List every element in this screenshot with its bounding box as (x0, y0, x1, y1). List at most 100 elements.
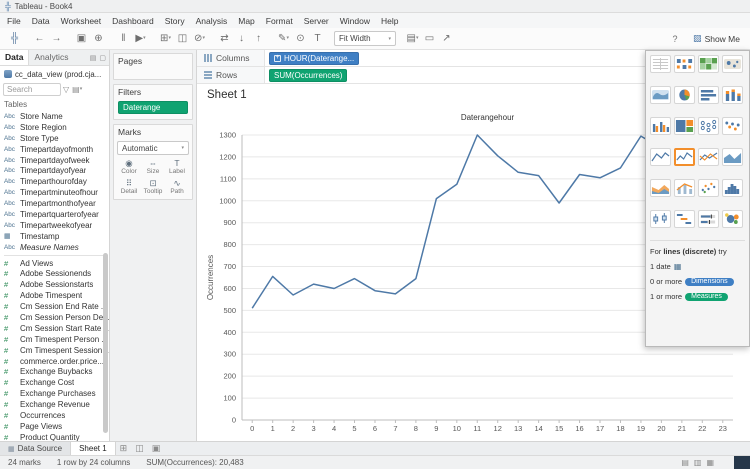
marks-detail-button[interactable]: ⠿ Detail (117, 178, 141, 195)
field-cm-timespent-person[interactable]: # Cm Timespent Person ... (0, 334, 109, 345)
field-occurrences[interactable]: # Occurrences (0, 410, 109, 421)
menu-data[interactable]: Data (32, 16, 50, 26)
new-worksheet-button[interactable]: ⊞ (116, 442, 132, 455)
field-cm-session-start-rate[interactable]: # Cm Session Start Rate ... (0, 323, 109, 334)
fields-scrollbar[interactable] (103, 253, 108, 433)
pill-hour-daterange[interactable]: + HOUR(Daterange... (269, 51, 360, 65)
showme-box-and-whisker[interactable] (650, 210, 671, 228)
showme-highlight-table[interactable] (698, 55, 719, 73)
field-measure-names[interactable]: Abc Measure Names (0, 242, 109, 253)
showme-pie-chart[interactable] (674, 86, 695, 104)
pause-updates-icon[interactable]: ‖ (116, 33, 131, 44)
field-commerce-order-price[interactable]: # commerce.order.price... (0, 356, 109, 367)
menu-format[interactable]: Format (266, 16, 293, 26)
showme-scatter-plots[interactable] (698, 179, 719, 197)
help-icon[interactable]: ? (669, 34, 681, 44)
showme-side-by-side-bars[interactable] (650, 117, 671, 135)
field-exchange-cost[interactable]: # Exchange Cost (0, 377, 109, 388)
menu-server[interactable]: Server (304, 16, 329, 26)
field-timepartdayofyear[interactable]: Abc Timepartdayofyear (0, 165, 109, 176)
group-members-icon[interactable]: ⊙ (293, 33, 308, 44)
menu-help[interactable]: Help (381, 16, 398, 26)
field-timepartquarterofyear[interactable]: Abc Timepartquarterofyear (0, 209, 109, 220)
field-store-region[interactable]: Abc Store Region (0, 122, 109, 133)
field-exchange-purchases[interactable]: # Exchange Purchases (0, 388, 109, 399)
field-timeparthourofday[interactable]: Abc Timeparthourofday (0, 176, 109, 187)
menu-analysis[interactable]: Analysis (196, 16, 228, 26)
show-me-button[interactable]: ▧ Show Me (689, 31, 744, 46)
field-timepartdayofmonth[interactable]: Abc Timepartdayofmonth (0, 144, 109, 155)
save-icon[interactable]: ▣ (74, 33, 89, 44)
menu-file[interactable]: File (7, 16, 21, 26)
field-cm-session-person-de[interactable]: # Cm Session Person De... (0, 312, 109, 323)
highlight-icon[interactable]: ✎▾ (276, 33, 291, 44)
showme-filled-maps[interactable] (650, 86, 671, 104)
field-adobe-timespent[interactable]: # Adobe Timespent (0, 290, 109, 301)
menu-window[interactable]: Window (340, 16, 370, 26)
showme-stacked-bars[interactable] (722, 86, 743, 104)
showme-side-by-side-circles[interactable] (722, 117, 743, 135)
field-adobe-sessionstarts[interactable]: # Adobe Sessionstarts (0, 279, 109, 290)
showme-histogram[interactable] (722, 179, 743, 197)
field-adobe-sessionends[interactable]: # Adobe Sessionends (0, 268, 109, 279)
field-cm-timespent-session[interactable]: # Cm Timespent Session... (0, 345, 109, 356)
showme-circle-views[interactable] (698, 117, 719, 135)
tab-sheet-1[interactable]: Sheet 1 (71, 442, 116, 455)
menu-dashboard[interactable]: Dashboard (112, 16, 154, 26)
sort-ascending-icon[interactable]: ↓ (234, 33, 249, 44)
showme-bullet-graphs[interactable] (698, 210, 719, 228)
marks-color-button[interactable]: ◉ Color (117, 158, 141, 175)
new-story-button[interactable]: ▣ (148, 442, 165, 455)
menu-worksheet[interactable]: Worksheet (61, 16, 101, 26)
search-input[interactable] (3, 83, 61, 96)
field-cm-session-end-rate[interactable]: # Cm Session End Rate ... (0, 301, 109, 312)
redo-icon[interactable]: → (49, 33, 64, 44)
field-exchange-revenue[interactable]: # Exchange Revenue (0, 399, 109, 410)
share-workbook-icon[interactable]: ↗ (439, 33, 454, 44)
showme-text-tables[interactable] (650, 55, 671, 73)
filters-shelf[interactable]: Daterange (114, 99, 192, 119)
field-exchange-buybacks[interactable]: # Exchange Buybacks (0, 366, 109, 377)
showme-continuous-lines[interactable] (650, 148, 671, 166)
show-mark-labels-icon[interactable]: T (310, 33, 325, 44)
new-dashboard-button[interactable]: ◫ (131, 442, 148, 455)
showme-discrete-lines[interactable] (674, 148, 695, 166)
field-timepartminuteofhour[interactable]: Abc Timepartminuteofhour (0, 187, 109, 198)
expand-plus-icon[interactable]: + (274, 54, 281, 62)
field-timestamp[interactable]: ▦ Timestamp (0, 231, 109, 242)
showme-area-charts-discrete[interactable] (650, 179, 671, 197)
menu-map[interactable]: Map (238, 16, 255, 26)
menu-story[interactable]: Story (165, 16, 185, 26)
showme-packed-bubbles[interactable] (722, 210, 743, 228)
showme-treemap[interactable] (674, 117, 695, 135)
new-worksheet-icon[interactable]: ⊞▾ (158, 33, 173, 44)
tab-data-source[interactable]: ▦ Data Source (0, 442, 72, 455)
view-options-icon[interactable]: ▤▾ (72, 85, 82, 94)
field-timepartmonthofyear[interactable]: Abc Timepartmonthofyear (0, 198, 109, 209)
showme-area-charts-continuous[interactable] (722, 148, 743, 166)
datasource-connection[interactable]: cc_data_view (prod.cja... (0, 66, 109, 81)
show-sheet-sorter-icon[interactable]: ▦ (706, 458, 714, 467)
new-datasource-icon[interactable]: ⊕ (91, 33, 106, 44)
filter-icon[interactable]: ▽ (63, 85, 69, 94)
run-updates-icon[interactable]: ▶▾ (133, 33, 148, 44)
pages-shelf[interactable] (114, 68, 192, 79)
showme-dual-lines[interactable] (698, 148, 719, 166)
showme-symbol-maps[interactable] (722, 55, 743, 73)
marks-size-button[interactable]: ⇔ Size (141, 158, 165, 175)
showme-horizontal-bars[interactable] (698, 86, 719, 104)
showme-heat-map[interactable] (674, 55, 695, 73)
tab-analytics[interactable]: Analytics (29, 50, 73, 65)
clear-sheet-icon[interactable]: ⊘▾ (192, 33, 207, 44)
sheet-title[interactable]: Sheet 1 (197, 84, 497, 106)
showme-gantt[interactable] (674, 210, 695, 228)
sort-descending-icon[interactable]: ↑ (251, 33, 266, 44)
mark-type-selector[interactable]: Automatic ▾ (117, 141, 189, 155)
tableau-logo-icon[interactable]: ╬ (7, 33, 22, 44)
field-timepartweekofyear[interactable]: Abc Timepartweekofyear (0, 220, 109, 231)
pill-daterange[interactable]: Daterange (118, 101, 188, 114)
showme-dual-combination[interactable] (674, 179, 695, 197)
marks-tooltip-button[interactable]: ⊡ Tooltip (141, 178, 165, 195)
marks-path-button[interactable]: ∿ Path (165, 178, 189, 195)
field-product-quantity[interactable]: # Product Quantity (0, 432, 109, 441)
